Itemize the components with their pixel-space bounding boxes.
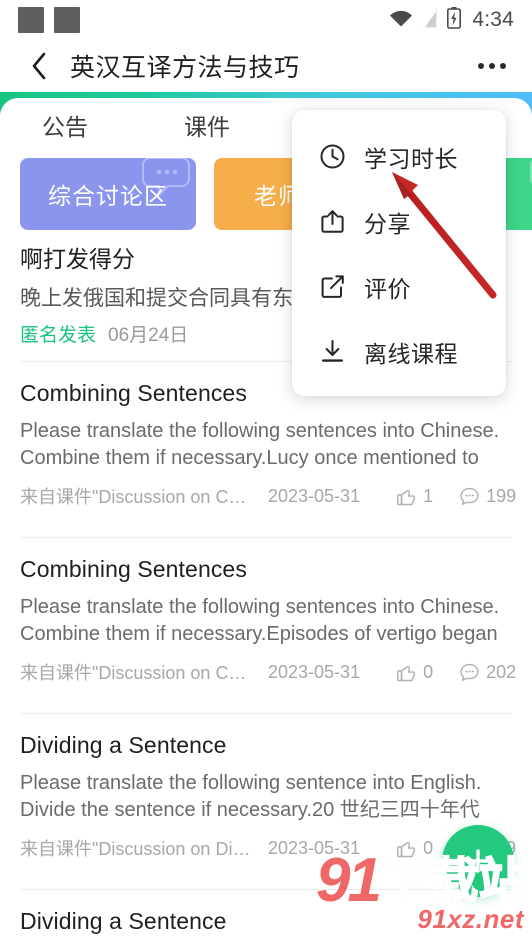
share-icon	[318, 208, 346, 236]
menu-item-label: 分享	[364, 210, 411, 237]
comment-count[interactable]: 202	[459, 662, 516, 683]
battery-charging-icon	[447, 6, 462, 34]
clock-icon	[318, 143, 346, 171]
menu-item-label: 离线课程	[364, 340, 458, 367]
comment-bubble-icon	[459, 486, 480, 507]
comment-bubble-icon	[459, 662, 480, 683]
back-chevron-icon[interactable]	[26, 52, 52, 80]
list-item-footer: 来自课件"Discussion on Divid… 2023-05-31 0	[20, 835, 516, 861]
menu-item-study-duration[interactable]: 学习时长	[292, 124, 506, 189]
list-item-footer: 来自课件"Discussion on Com… 2023-05-31 1 199	[20, 483, 516, 509]
list-item-title: Dividing a Sentence	[20, 732, 227, 758]
list-item-title: Dividing a Sentence	[20, 908, 227, 934]
plus-icon	[466, 849, 490, 873]
status-bar: 4:34	[0, 0, 532, 40]
thumbs-up-icon	[396, 662, 417, 683]
status-bar-clock: 4:34	[472, 8, 514, 31]
list-item-date: 2023-05-31	[268, 661, 361, 682]
like-count-value: 0	[423, 837, 434, 858]
status-bar-left-icons	[18, 7, 80, 33]
cellular-signal-icon	[422, 6, 438, 33]
tab-announcements[interactable]: 公告	[42, 108, 88, 142]
comment-count-value: 202	[486, 661, 517, 682]
like-count-value: 1	[423, 485, 434, 506]
menu-item-label: 学习时长	[364, 145, 458, 172]
menu-item-offline-course[interactable]: 离线课程	[292, 319, 506, 384]
category-card-discussion[interactable]: 综合讨论区	[20, 158, 196, 230]
recents-square-icon	[18, 7, 44, 33]
list-item-title: Combining Sentences	[20, 556, 247, 582]
like-count[interactable]: 0	[396, 838, 433, 859]
wifi-icon	[389, 9, 413, 32]
thumbs-up-icon	[396, 486, 417, 507]
menu-item-share[interactable]: 分享	[292, 189, 506, 254]
more-horizontal-icon[interactable]	[478, 63, 506, 69]
list-item-description: Please translate the following sentences…	[20, 596, 500, 645]
overflow-dropdown-menu: 学习时长 分享 评价 离线课程	[292, 110, 506, 396]
category-card-label: 综合讨论区	[48, 183, 168, 209]
list-item-footer: 来自课件"Discussion on Com… 2023-05-31 0 202	[20, 659, 516, 685]
like-count[interactable]: 0	[396, 662, 433, 683]
list-item-source: 来自课件"Discussion on Com…	[20, 487, 252, 507]
list-item[interactable]: Dividing a Sentence Please translate the…	[0, 890, 532, 945]
list-item-source: 来自课件"Discussion on Divid…	[20, 839, 252, 859]
thumbs-up-icon	[396, 838, 417, 859]
add-post-fab[interactable]	[442, 825, 514, 897]
comment-count-value: 199	[486, 485, 517, 506]
list-item-source: 来自课件"Discussion on Com…	[20, 663, 252, 683]
download-icon	[318, 338, 346, 366]
list-item-description: Please translate the following sentences…	[20, 420, 500, 469]
chat-bubble-icon	[528, 158, 532, 205]
list-item-description: Please translate the following sentence …	[20, 772, 482, 821]
menu-item-label: 评价	[364, 275, 411, 302]
announcement-date: 06月24日	[108, 325, 189, 346]
app-header: 英汉互译方法与技巧	[0, 40, 532, 92]
list-item-date: 2023-05-31	[268, 485, 361, 506]
list-item[interactable]: Combining Sentences Please translate the…	[0, 538, 532, 699]
menu-item-review[interactable]: 评价	[292, 254, 506, 319]
status-bar-right-icons: 4:34	[389, 6, 514, 34]
tab-courseware[interactable]: 课件	[184, 108, 230, 142]
like-count[interactable]: 1	[396, 486, 433, 507]
list-item-date: 2023-05-31	[268, 837, 361, 858]
anonymous-badge: 匿名发表	[20, 325, 97, 346]
page-title: 英汉互译方法与技巧	[70, 54, 300, 82]
like-count-value: 0	[423, 661, 434, 682]
recents-square-icon	[54, 7, 80, 33]
comment-count[interactable]: 199	[459, 486, 516, 507]
phone-screen: 4:34 英汉互译方法与技巧 公告 课件 综合讨论区 啊打发得分 晚上发俄国和提…	[0, 0, 532, 945]
edit-review-icon	[318, 273, 346, 301]
